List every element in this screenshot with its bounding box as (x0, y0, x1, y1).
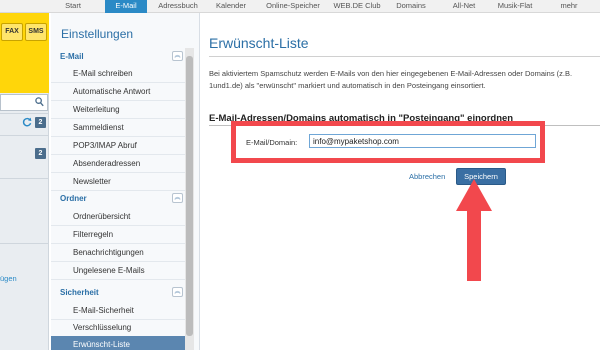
sidebar-item-weiterleitung[interactable]: Weiterleitung (51, 101, 185, 119)
tab-domains[interactable]: Domains (393, 0, 429, 13)
strip-divider (0, 178, 49, 179)
section-email-header: E-Mail ︽ (51, 49, 185, 63)
sidebar-item-filterregeln[interactable]: Filterregeln (51, 226, 185, 244)
sidebar-item-email-sicherheit[interactable]: E-Mail-Sicherheit (51, 302, 185, 320)
sidebar-item-label: Weiterleitung (73, 105, 120, 114)
sidebar-item-label: Ordnerübersicht (73, 212, 131, 221)
section-label: Sicherheit (60, 288, 99, 297)
tab-all-net[interactable]: All-Net (449, 0, 479, 13)
strip-divider (0, 243, 49, 244)
sidebar-item-pop3-imap[interactable]: POP3/IMAP Abruf (51, 137, 185, 155)
sidebar-item-absenderadressen[interactable]: Absenderadressen (51, 155, 185, 173)
sidebar-item-label: Newsletter (73, 177, 111, 186)
tab-webde-club[interactable]: WEB.DE Club (331, 0, 383, 13)
sidebar-item-label: Automatische Antwort (73, 87, 151, 96)
tab-adressbuch[interactable]: Adressbuch (156, 0, 200, 13)
sidebar-item-label: Erwünscht-Liste (73, 340, 130, 349)
sidebar-item-email-schreiben[interactable]: E-Mail schreiben (51, 65, 185, 83)
sidebar-item-erwuenscht-liste[interactable]: Erwünscht-Liste (51, 336, 185, 350)
tab-kalender[interactable]: Kalender (210, 0, 252, 13)
page-description: Bei aktiviertem Spamschutz werden E-Mail… (209, 69, 573, 90)
tab-mehr[interactable]: mehr (556, 0, 582, 13)
settings-sidebar: Einstellungen E-Mail ︽ E-Mail schreiben … (51, 13, 200, 350)
tab-email[interactable]: E-Mail (105, 0, 147, 13)
strip-divider (0, 135, 49, 136)
main-content: Erwünscht-Liste Bei aktiviertem Spamschu… (201, 13, 600, 350)
sidebar-item-newsletter[interactable]: Newsletter (51, 173, 185, 191)
sidebar-scrollbar[interactable] (185, 48, 194, 350)
sms-button[interactable]: SMS (25, 23, 47, 41)
fax-button[interactable]: FAX (1, 23, 23, 41)
section-label: Ordner (60, 194, 87, 203)
sidebar-title: Einstellungen (61, 27, 134, 41)
email-domain-input[interactable] (309, 134, 536, 148)
search-icon[interactable] (35, 97, 44, 109)
sidebar-item-ungelesene[interactable]: Ungelesene E-Mails (51, 262, 185, 280)
sidebar-item-automatische-antwort[interactable]: Automatische Antwort (51, 83, 185, 101)
title-divider (209, 56, 600, 57)
cancel-link[interactable]: Abbrechen (409, 172, 445, 181)
sidebar-item-label: Sammeldienst (73, 123, 124, 132)
email-domain-label: E-Mail/Domain: (246, 138, 298, 147)
search-input[interactable] (0, 94, 48, 111)
app-root: Start E-Mail Adressbuch Kalender Online-… (0, 0, 600, 350)
sidebar-item-label: Filterregeln (73, 230, 114, 239)
app-strip: FAX SMS 2 2 ügen (0, 13, 49, 350)
strip-divider (0, 113, 49, 114)
sidebar-item-label: E-Mail schreiben (73, 69, 133, 78)
page-title: Erwünscht-Liste (209, 35, 309, 51)
sidebar-item-benachrichtigungen[interactable]: Benachrichtigungen (51, 244, 185, 262)
sidebar-item-label: Ungelesene E-Mails (73, 266, 145, 275)
collapse-section-icon[interactable]: ︽ (172, 193, 183, 203)
refresh-icon[interactable] (22, 117, 32, 130)
section-sicherheit-header: Sicherheit ︽ (51, 285, 185, 299)
section-ordner-header: Ordner ︽ (51, 191, 185, 205)
tab-start[interactable]: Start (58, 0, 88, 13)
sidebar-item-label: Verschlüsselung (73, 323, 132, 332)
sidebar-item-ordneruebersicht[interactable]: Ordnerübersicht (51, 208, 185, 226)
annotation-highlight-box: E-Mail/Domain: (231, 121, 545, 163)
sidebar-item-verschluesselung[interactable]: Verschlüsselung (51, 319, 185, 337)
collapse-section-icon[interactable]: ︽ (172, 51, 183, 61)
strip-label[interactable]: ügen (0, 274, 17, 283)
sidebar-item-sammeldienst[interactable]: Sammeldienst (51, 119, 185, 137)
top-nav: Start E-Mail Adressbuch Kalender Online-… (0, 0, 600, 13)
annotation-arrow-icon (456, 179, 492, 281)
section-label: E-Mail (60, 52, 84, 61)
collapse-section-icon[interactable]: ︽ (172, 287, 183, 297)
sidebar-item-label: POP3/IMAP Abruf (73, 141, 137, 150)
tab-online-speicher[interactable]: Online-Speicher (260, 0, 326, 13)
scrollbar-thumb[interactable] (186, 56, 193, 336)
sidebar-item-label: E-Mail-Sicherheit (73, 306, 134, 315)
tab-musik-flat[interactable]: Musik-Flat (495, 0, 535, 13)
sidebar-item-label: Absenderadressen (73, 159, 141, 168)
count-badge: 2 (35, 117, 46, 128)
count-badge: 2 (35, 148, 46, 159)
sidebar-item-label: Benachrichtigungen (73, 248, 144, 257)
